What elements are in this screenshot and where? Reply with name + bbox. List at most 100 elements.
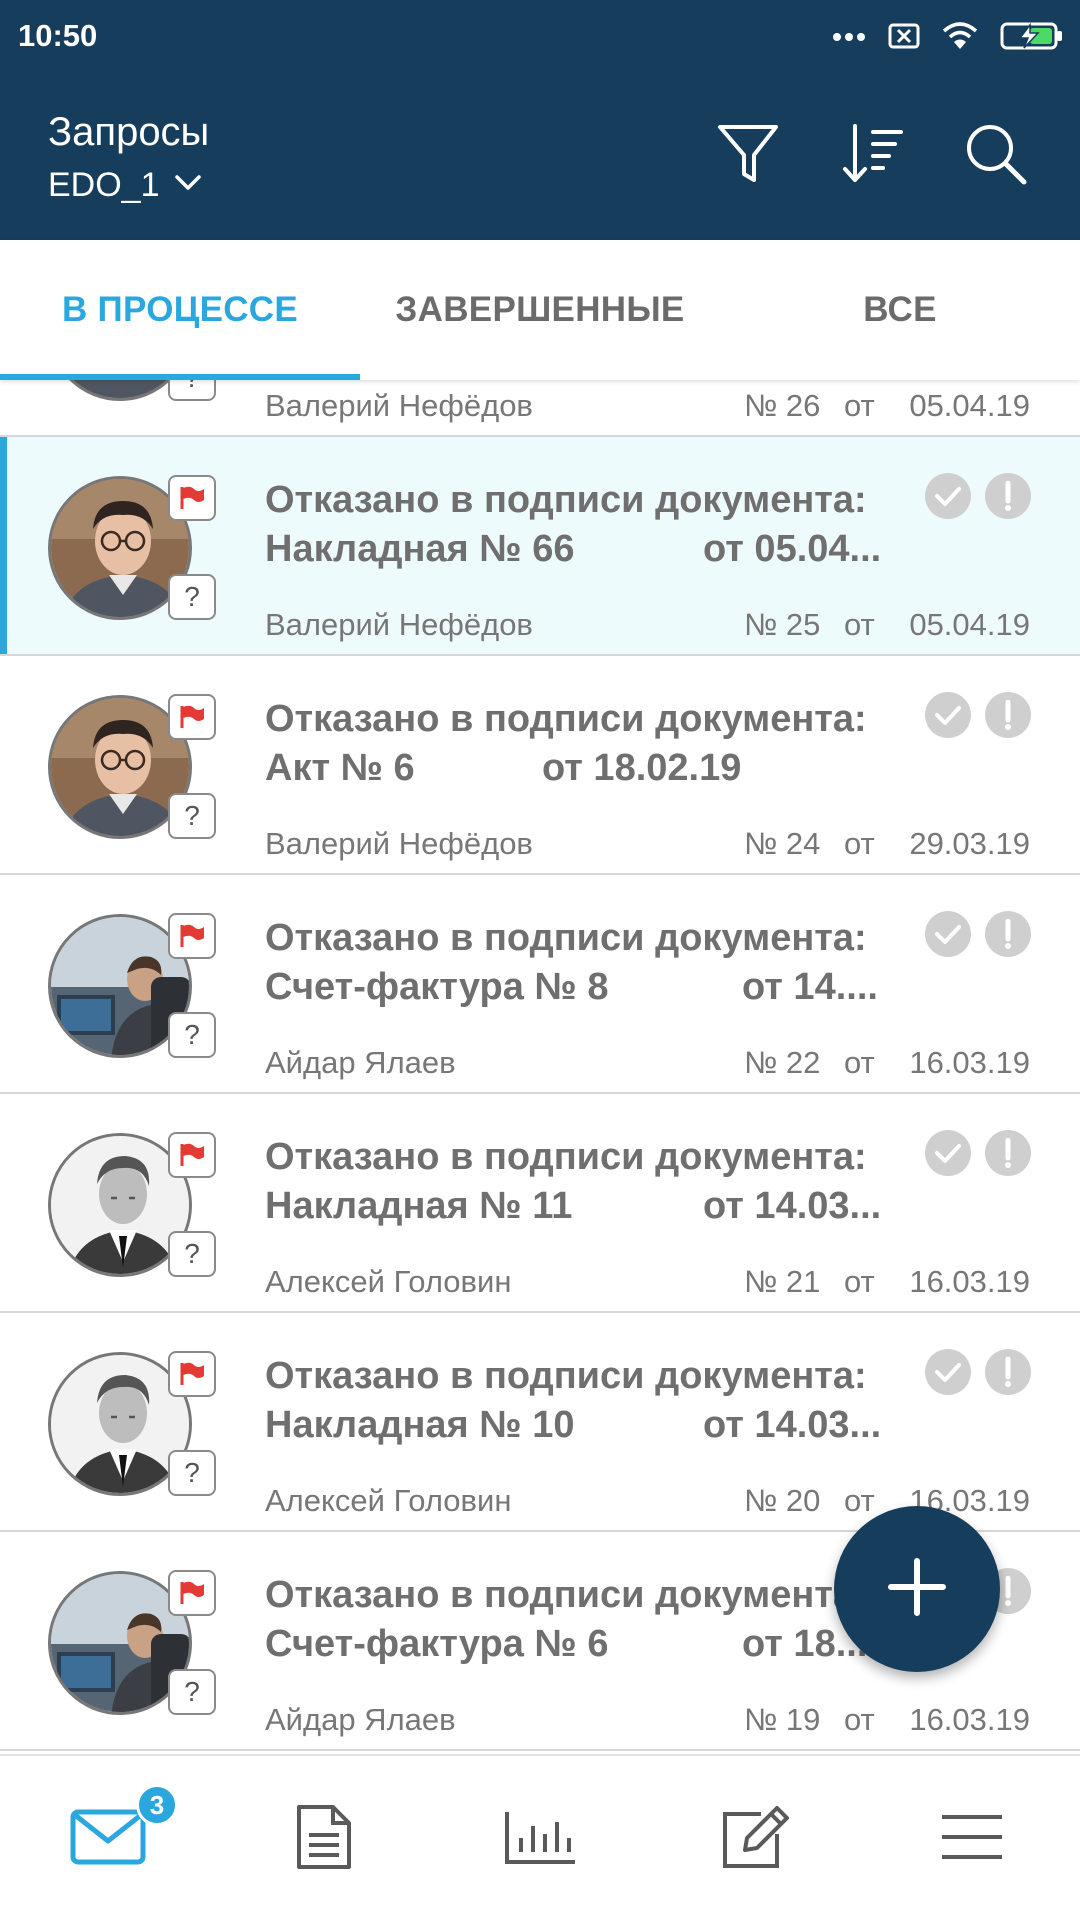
wifi-icon	[942, 21, 978, 56]
alert-icon	[985, 692, 1031, 738]
nav-messages[interactable]: 3	[0, 1756, 216, 1920]
item-document: Накладная № 10	[265, 1404, 575, 1446]
list-item[interactable]: ? Отказано в подписи документа: Накладная …	[0, 1094, 1080, 1313]
item-document-date: от 05.04...	[703, 528, 882, 570]
check-icon	[925, 911, 971, 957]
item-document: Счет-фактура № 8	[265, 966, 609, 1008]
nav-reports[interactable]	[432, 1756, 648, 1920]
item-number: № 20	[744, 1483, 821, 1518]
bar-chart-icon	[503, 1808, 577, 1871]
account-selector[interactable]: EDO_1	[48, 166, 202, 205]
status-time: 10:50	[18, 18, 98, 53]
item-document: Накладная № 66	[265, 528, 575, 570]
item-date: 16.03.19	[909, 1702, 1030, 1737]
alert-icon	[985, 911, 1031, 957]
item-number: № 26	[744, 388, 821, 423]
search-button[interactable]	[964, 122, 1028, 190]
item-date: 16.03.19	[909, 1045, 1030, 1080]
item-number: № 24	[744, 826, 821, 861]
item-number: № 25	[744, 607, 821, 642]
menu-icon	[939, 1812, 1005, 1867]
list-item[interactable]: ? Отказано в подписи документа: Накладная …	[0, 437, 1080, 656]
alert-icon	[985, 1130, 1031, 1176]
bottom-navigation: 3	[0, 1754, 1080, 1920]
item-date-prefix: от	[844, 1045, 875, 1080]
question-icon: ?	[168, 793, 216, 839]
page-title: Запросы	[48, 110, 210, 154]
item-date-prefix: от	[844, 826, 875, 861]
tab-all[interactable]: ВСЕ	[720, 240, 1080, 380]
item-author: Айдар Ялаев	[265, 1702, 456, 1737]
item-title: Отказано в подписи документа:	[265, 917, 867, 959]
item-date: 05.04.19	[909, 607, 1030, 642]
list-item[interactable]: ? Отказано в подписи документа: Накладная …	[0, 1313, 1080, 1532]
more-icon	[832, 29, 866, 47]
item-document-date: от 14....	[742, 966, 878, 1008]
nav-documents[interactable]	[216, 1756, 432, 1920]
item-author: Валерий Нефёдов	[265, 388, 533, 423]
list-item[interactable]: ?Отказано в подписи документа:Накладная …	[0, 380, 1080, 437]
item-document: Накладная № 11	[265, 1185, 573, 1227]
item-document-date: от 14.03...	[703, 1404, 882, 1446]
item-title: Отказано в подписи документа:	[265, 1136, 867, 1178]
item-author: Валерий Нефёдов	[265, 607, 533, 642]
chevron-down-icon	[174, 174, 202, 197]
item-title: Отказано в подписи документа:	[265, 479, 867, 521]
status-bar: 10:50	[0, 0, 1080, 74]
filter-button[interactable]	[716, 122, 780, 190]
flag-icon	[168, 913, 216, 959]
unread-badge: 3	[136, 1784, 178, 1826]
item-author: Алексей Головин	[265, 1483, 512, 1518]
item-author: Валерий Нефёдов	[265, 826, 533, 861]
item-date-prefix: от	[844, 1264, 875, 1299]
add-request-button[interactable]	[834, 1506, 1000, 1672]
question-icon: ?	[168, 1231, 216, 1277]
item-title: Отказано в подписи документа:	[265, 698, 867, 740]
alert-icon	[985, 473, 1031, 519]
tab-bar: В ПРОЦЕССЕ ЗАВЕРШЕННЫЕ ВСЕ	[0, 240, 1080, 380]
flag-icon	[168, 1132, 216, 1178]
mail-icon	[70, 1809, 146, 1870]
plus-icon	[887, 1557, 947, 1622]
check-icon	[925, 473, 971, 519]
tab-completed[interactable]: ЗАВЕРШЕННЫЕ	[360, 240, 720, 380]
list-item[interactable]: ? Отказано в подписи документа: Акт № 6 от …	[0, 656, 1080, 875]
sim-off-icon	[888, 22, 920, 55]
item-document: Акт № 6	[265, 747, 415, 789]
item-date-prefix: от	[844, 607, 875, 642]
item-title: Отказано в подписи документа:	[265, 1355, 867, 1397]
item-author: Айдар Ялаев	[265, 1045, 456, 1080]
item-document-date: от 14.03...	[703, 1185, 882, 1227]
appbar-actions	[716, 122, 1028, 190]
list-item[interactable]: ? Отказано в подписи документа: Счет-факту…	[0, 875, 1080, 1094]
check-icon	[925, 1349, 971, 1395]
document-icon	[295, 1803, 353, 1876]
search-icon	[964, 122, 1028, 191]
item-date: 05.04.19	[909, 388, 1030, 423]
question-icon: ?	[168, 1669, 216, 1715]
question-icon: ?	[168, 1012, 216, 1058]
flag-icon	[168, 1570, 216, 1616]
flag-icon	[168, 475, 216, 521]
filter-icon	[717, 122, 779, 191]
item-date-prefix: от	[844, 388, 875, 423]
item-title: Отказано в подписи документа:	[265, 1574, 867, 1616]
item-date: 16.03.19	[909, 1264, 1030, 1299]
edit-icon	[719, 1804, 793, 1875]
status-icons	[832, 18, 1064, 58]
check-icon	[925, 1130, 971, 1176]
item-date: 29.03.19	[909, 826, 1030, 861]
item-date-prefix: от	[844, 1702, 875, 1737]
tab-indicator	[0, 374, 360, 380]
question-icon: ?	[168, 574, 216, 620]
sort-button[interactable]	[840, 122, 904, 190]
flag-icon	[168, 1351, 216, 1397]
nav-compose[interactable]	[648, 1756, 864, 1920]
question-icon: ?	[168, 1450, 216, 1496]
flag-icon	[168, 694, 216, 740]
nav-menu[interactable]	[864, 1756, 1080, 1920]
check-icon	[925, 692, 971, 738]
tab-in-progress[interactable]: В ПРОЦЕССЕ	[0, 240, 360, 380]
sort-icon	[841, 122, 903, 191]
account-label: EDO_1	[48, 166, 160, 204]
